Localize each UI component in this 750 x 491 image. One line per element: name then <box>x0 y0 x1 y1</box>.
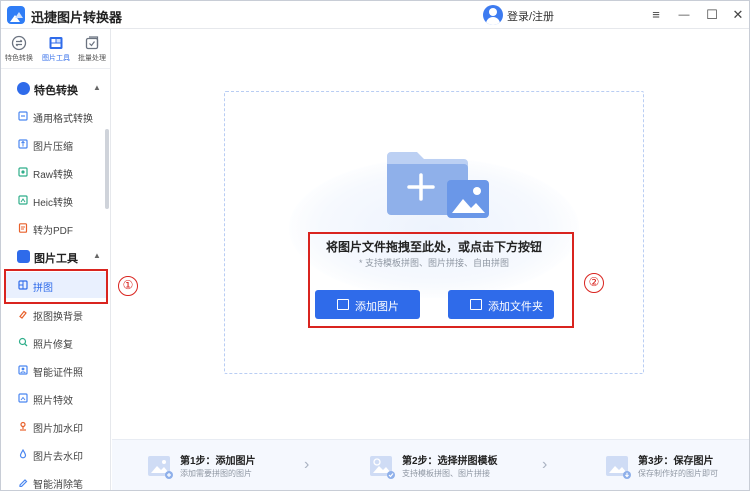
raw-icon <box>18 167 28 177</box>
topnav-label: 批量处理 <box>78 55 106 62</box>
user-avatar-icon[interactable] <box>483 5 503 25</box>
chevron-up-icon[interactable]: ▲ <box>93 251 101 260</box>
section-label: 图片工具 <box>34 253 78 265</box>
eraser-pen-icon <box>19 479 28 487</box>
sidebar-item-label: 智能证件照 <box>33 368 83 379</box>
annotation-number-1: ① <box>118 276 138 296</box>
sidebar-item-label: 图片压缩 <box>33 142 73 153</box>
step-desc: 保存制作好的图片即可 <box>638 469 718 478</box>
droplet-icon <box>19 449 27 459</box>
format-convert-icon <box>18 111 28 121</box>
sidebar-item-photo-effects[interactable]: 照片特效 <box>5 385 106 411</box>
pdf-icon <box>18 223 28 233</box>
sidebar-item-label: 抠图换背景 <box>33 312 83 323</box>
title-bar: 迅捷图片转换器 登录/注册 ≡ — ☐ ✕ <box>1 1 749 29</box>
watermark-icon <box>20 421 26 431</box>
batch-icon <box>85 36 99 50</box>
topnav-image-tools[interactable]: 图片工具 <box>38 33 74 67</box>
chevron-up-icon[interactable]: ▲ <box>93 83 101 92</box>
convert-section-icon <box>17 82 30 95</box>
eraser-icon <box>19 310 27 319</box>
sidebar-item-to-pdf[interactable]: 转为PDF <box>5 215 106 241</box>
app-logo <box>7 6 25 24</box>
sidebar-item-photo-repair[interactable]: 照片修复 <box>5 329 106 355</box>
magnifier-icon <box>18 337 28 347</box>
compress-icon <box>18 139 28 149</box>
sidebar-item-label: 图片加水印 <box>33 424 83 435</box>
sidebar-item-id-photo[interactable]: 智能证件照 <box>5 357 106 383</box>
sidebar-item-compress[interactable]: 图片压缩 <box>5 131 106 157</box>
image-tools-icon <box>49 37 63 49</box>
chevron-right-icon: › <box>304 456 310 473</box>
close-button[interactable]: ✕ <box>727 4 749 26</box>
sidebar: 特色转换 图片工具 批量处理 特色转换 ▲ 通用格式转换 图片压缩 Raw转换 … <box>1 29 111 491</box>
app-title: 迅捷图片转换器 <box>31 10 123 25</box>
step-desc: 添加需要拼图的图片 <box>180 469 252 478</box>
sidebar-item-label: 智能消除笔 <box>33 480 83 491</box>
sidebar-item-remove-watermark[interactable]: 图片去水印 <box>5 441 106 467</box>
image-tools-section-icon <box>17 250 30 263</box>
minimize-button[interactable]: — <box>673 4 695 26</box>
sidebar-item-format-convert[interactable]: 通用格式转换 <box>5 103 106 129</box>
id-photo-icon <box>18 365 28 375</box>
menu-button[interactable]: ≡ <box>645 4 667 26</box>
effects-icon <box>18 393 28 403</box>
heic-icon <box>18 195 28 205</box>
sidebar-item-smart-eraser[interactable]: 智能消除笔 <box>5 469 106 491</box>
sidebar-item-label: 照片修复 <box>33 340 73 351</box>
topnav-batch[interactable]: 批量处理 <box>74 33 110 67</box>
login-register-link[interactable]: 登录/注册 <box>507 8 554 24</box>
topnav-feature-convert[interactable]: 特色转换 <box>1 33 37 67</box>
convert-icon <box>11 35 27 51</box>
step-desc: 支持模板拼图、图片拼接 <box>402 469 490 478</box>
annotation-box-collage <box>4 269 108 304</box>
annotation-number-2: ② <box>584 273 604 293</box>
sidebar-item-label: 通用格式转换 <box>33 114 93 125</box>
topnav-label: 特色转换 <box>5 55 33 62</box>
steps-bar: 第1步：添加图片 添加需要拼图的图片 › 第2步：选择拼图模板 支持模板拼图、图… <box>112 439 749 490</box>
section-feature-convert[interactable]: 特色转换 ▲ <box>1 78 110 100</box>
step-template-icon <box>370 456 395 479</box>
app-window: 迅捷图片转换器 登录/注册 ≡ — ☐ ✕ 特色转换 图片工具 批量处理 特色转… <box>0 0 750 491</box>
folder-image-icon <box>387 152 489 218</box>
sidebar-item-label: Heic转换 <box>33 198 74 209</box>
step-save-icon <box>606 456 631 479</box>
sidebar-item-raw[interactable]: Raw转换 <box>5 159 106 185</box>
section-image-tools[interactable]: 图片工具 ▲ <box>1 246 110 268</box>
sidebar-item-cutout[interactable]: 抠图换背景 <box>5 301 106 327</box>
sidebar-item-label: 转为PDF <box>33 226 73 237</box>
step-title: 第2步：选择拼图模板 <box>402 456 498 467</box>
scrollbar-thumb[interactable] <box>105 129 109 209</box>
step-title: 第3步：保存图片 <box>638 456 714 467</box>
sidebar-item-label: 照片特效 <box>33 396 73 407</box>
maximize-button[interactable]: ☐ <box>701 4 723 26</box>
annotation-box-dropzone <box>308 232 574 328</box>
step-title: 第1步：添加图片 <box>180 456 256 467</box>
sidebar-item-add-watermark[interactable]: 图片加水印 <box>5 413 106 439</box>
sidebar-item-label: 图片去水印 <box>33 452 83 463</box>
chevron-right-icon: › <box>542 456 548 473</box>
topnav-label: 图片工具 <box>42 55 70 62</box>
sidebar-item-heic[interactable]: Heic转换 <box>5 187 106 213</box>
step-add-image-icon <box>148 456 173 479</box>
section-label: 特色转换 <box>34 85 78 97</box>
sidebar-item-label: Raw转换 <box>33 170 74 181</box>
top-nav: 特色转换 图片工具 批量处理 <box>1 29 110 69</box>
